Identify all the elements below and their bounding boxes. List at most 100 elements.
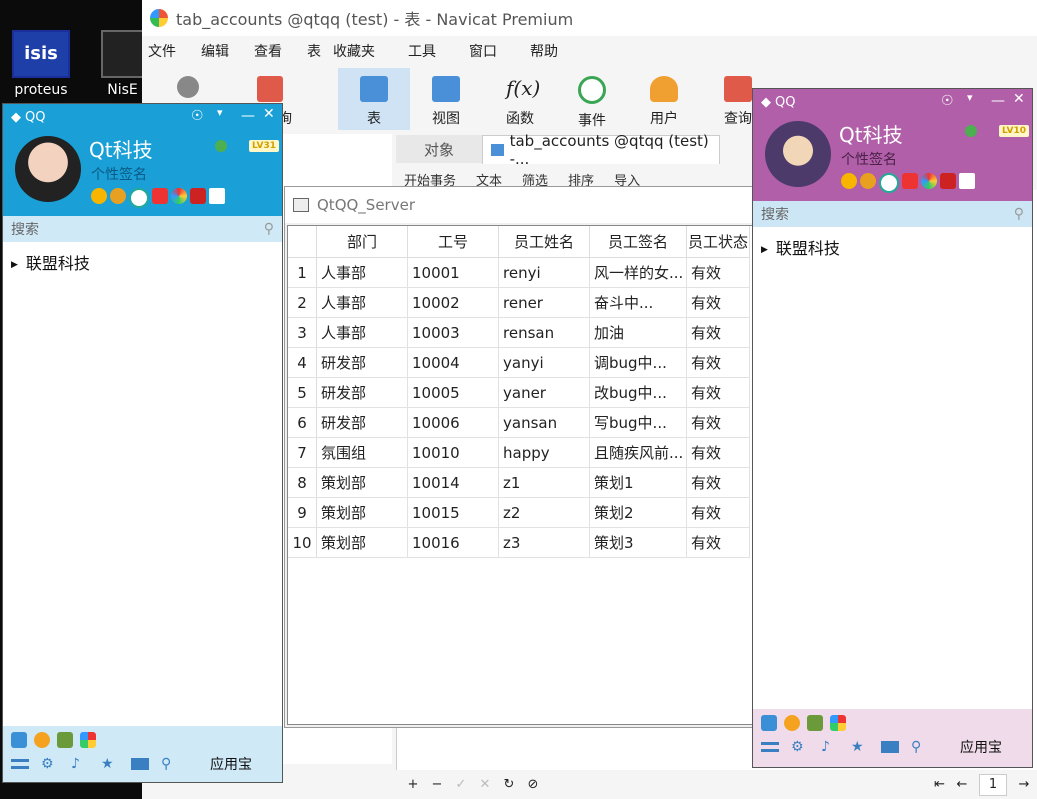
status-cell[interactable]: 有效	[686, 257, 751, 288]
appstore-button[interactable]: 应用宝	[960, 737, 1002, 757]
employee-name-cell[interactable]: rensan	[498, 317, 590, 348]
employee-name-cell[interactable]: happy	[498, 437, 590, 468]
signature-cell[interactable]: 策划3	[589, 527, 687, 558]
app-center-icon[interactable]	[80, 732, 96, 748]
menu-help[interactable]: 帮助	[524, 41, 564, 61]
desktop-icon-proteus[interactable]: isis proteus	[6, 30, 76, 98]
weiyun-icon[interactable]	[761, 715, 777, 731]
toolbar-user[interactable]: 用户	[628, 68, 700, 130]
signature-cell[interactable]: 风一样的女...	[589, 257, 687, 288]
star-icon[interactable]: ★	[851, 739, 869, 755]
main-menu-icon[interactable]	[761, 742, 779, 752]
settings-icon[interactable]: ▾	[217, 106, 223, 119]
signature-cell[interactable]: 且随疾风前...	[589, 437, 687, 468]
signature[interactable]: 个性签名	[91, 164, 147, 184]
employee-id-cell[interactable]: 10002	[407, 287, 499, 318]
department-cell[interactable]: 策划部	[316, 527, 408, 558]
employee-name-cell[interactable]: z2	[498, 497, 590, 528]
employee-id-cell[interactable]: 10004	[407, 347, 499, 378]
shop-icon[interactable]	[152, 188, 168, 204]
column-header-department[interactable]: 部门	[316, 226, 408, 258]
stop-button[interactable]: ⊘	[526, 777, 540, 792]
row-number[interactable]: 8	[288, 467, 317, 498]
toolbar-event[interactable]: 事件	[556, 68, 628, 130]
shop-icon[interactable]	[902, 173, 918, 189]
row-number[interactable]: 5	[288, 377, 317, 408]
gear-icon[interactable]: ⚙	[41, 756, 59, 772]
toolbar-table[interactable]: 表	[338, 68, 410, 130]
star-icon[interactable]: ★	[101, 756, 119, 772]
table-row[interactable]: 9 策划部 10015 z2 策划2 有效	[288, 497, 751, 528]
row-number[interactable]: 3	[288, 317, 317, 348]
table-row[interactable]: 2 人事部 10002 rener 奋斗中... 有效	[288, 287, 751, 318]
employee-name-cell[interactable]: yansan	[498, 407, 590, 438]
app-center-icon[interactable]	[830, 715, 846, 731]
search-icon[interactable]: ⚲	[911, 739, 929, 755]
department-cell[interactable]: 氛围组	[316, 437, 408, 468]
signature-cell[interactable]: 加油	[589, 317, 687, 348]
first-page-icon[interactable]: ⇤	[934, 777, 945, 792]
table-row[interactable]: 1 人事部 10001 renyi 风一样的女... 有效	[288, 257, 751, 288]
employee-name-cell[interactable]: z1	[498, 467, 590, 498]
table-row[interactable]: 8 策划部 10014 z1 策划1 有效	[288, 467, 751, 498]
avatar[interactable]	[15, 136, 81, 202]
gift-icon[interactable]	[807, 715, 823, 731]
tab-objects[interactable]: 对象	[396, 135, 482, 163]
close-button[interactable]: ✕	[1013, 91, 1025, 107]
gear-icon[interactable]: ⚙	[791, 739, 809, 755]
signature-cell[interactable]: 策划1	[589, 467, 687, 498]
search-input[interactable]: 搜索	[761, 204, 789, 224]
employee-id-cell[interactable]: 10003	[407, 317, 499, 348]
status-cell[interactable]: 有效	[686, 497, 751, 528]
menu-tools[interactable]: 工具	[402, 41, 442, 61]
delete-record-button[interactable]: −	[430, 777, 444, 792]
appstore-button[interactable]: 应用宝	[210, 754, 252, 774]
menu-table[interactable]: 表	[301, 41, 327, 61]
main-menu-icon[interactable]	[11, 759, 29, 769]
employee-id-cell[interactable]: 10001	[407, 257, 499, 288]
expand-icon[interactable]: ▶	[11, 260, 18, 270]
status-cell[interactable]: 有效	[686, 317, 751, 348]
search-icon[interactable]: ⚲	[264, 221, 274, 237]
settings-icon[interactable]: ▾	[967, 91, 973, 104]
employee-name-cell[interactable]: yanyi	[498, 347, 590, 378]
department-cell[interactable]: 人事部	[316, 287, 408, 318]
column-header-employee-id[interactable]: 工号	[407, 226, 499, 258]
status-cell[interactable]: 有效	[686, 287, 751, 318]
employee-id-cell[interactable]: 10006	[407, 407, 499, 438]
server-titlebar[interactable]: QtQQ_Server	[285, 187, 755, 223]
music-icon[interactable]	[190, 188, 206, 204]
contact-group[interactable]: ▶ 联盟科技	[753, 227, 1032, 259]
status-cell[interactable]: 有效	[686, 527, 751, 558]
search-input[interactable]: 搜索	[11, 219, 39, 239]
minimize-button[interactable]: —	[991, 93, 1005, 109]
speaker-icon[interactable]: ♪	[821, 739, 839, 755]
refresh-button[interactable]: ↻	[502, 777, 516, 792]
game-icon[interactable]	[129, 188, 149, 208]
minimize-button[interactable]: —	[241, 108, 255, 124]
contact-group[interactable]: ▶ 联盟科技	[3, 242, 282, 274]
shirt-icon[interactable]	[959, 173, 975, 189]
table-row[interactable]: 6 研发部 10006 yansan 写bug中... 有效	[288, 407, 751, 438]
toolbar-function[interactable]: f(x) 函数	[484, 68, 556, 130]
nickname[interactable]: Qt科技	[89, 134, 153, 163]
menu-view[interactable]: 查看	[248, 41, 288, 61]
skin-icon[interactable]: ☉	[941, 93, 954, 109]
vip-icon[interactable]	[110, 188, 126, 204]
status-cell[interactable]: 有效	[686, 407, 751, 438]
vip-icon[interactable]	[860, 173, 876, 189]
search-bar[interactable]: 搜索 ⚲	[3, 216, 282, 242]
signature-cell[interactable]: 奋斗中...	[589, 287, 687, 318]
online-status-icon[interactable]	[215, 140, 227, 152]
employee-id-cell[interactable]: 10015	[407, 497, 499, 528]
employee-id-cell[interactable]: 10014	[407, 467, 499, 498]
menu-window[interactable]: 窗口	[463, 41, 503, 61]
row-number[interactable]: 2	[288, 287, 317, 318]
close-button[interactable]: ✕	[263, 106, 275, 122]
table-row[interactable]: 7 氛围组 10010 happy 且随疾风前... 有效	[288, 437, 751, 468]
apply-button[interactable]: ✓	[454, 777, 468, 792]
toolbar-view[interactable]: 视图	[410, 68, 482, 130]
status-cell[interactable]: 有效	[686, 437, 751, 468]
qq-pet-icon[interactable]	[34, 732, 50, 748]
employee-name-cell[interactable]: rener	[498, 287, 590, 318]
